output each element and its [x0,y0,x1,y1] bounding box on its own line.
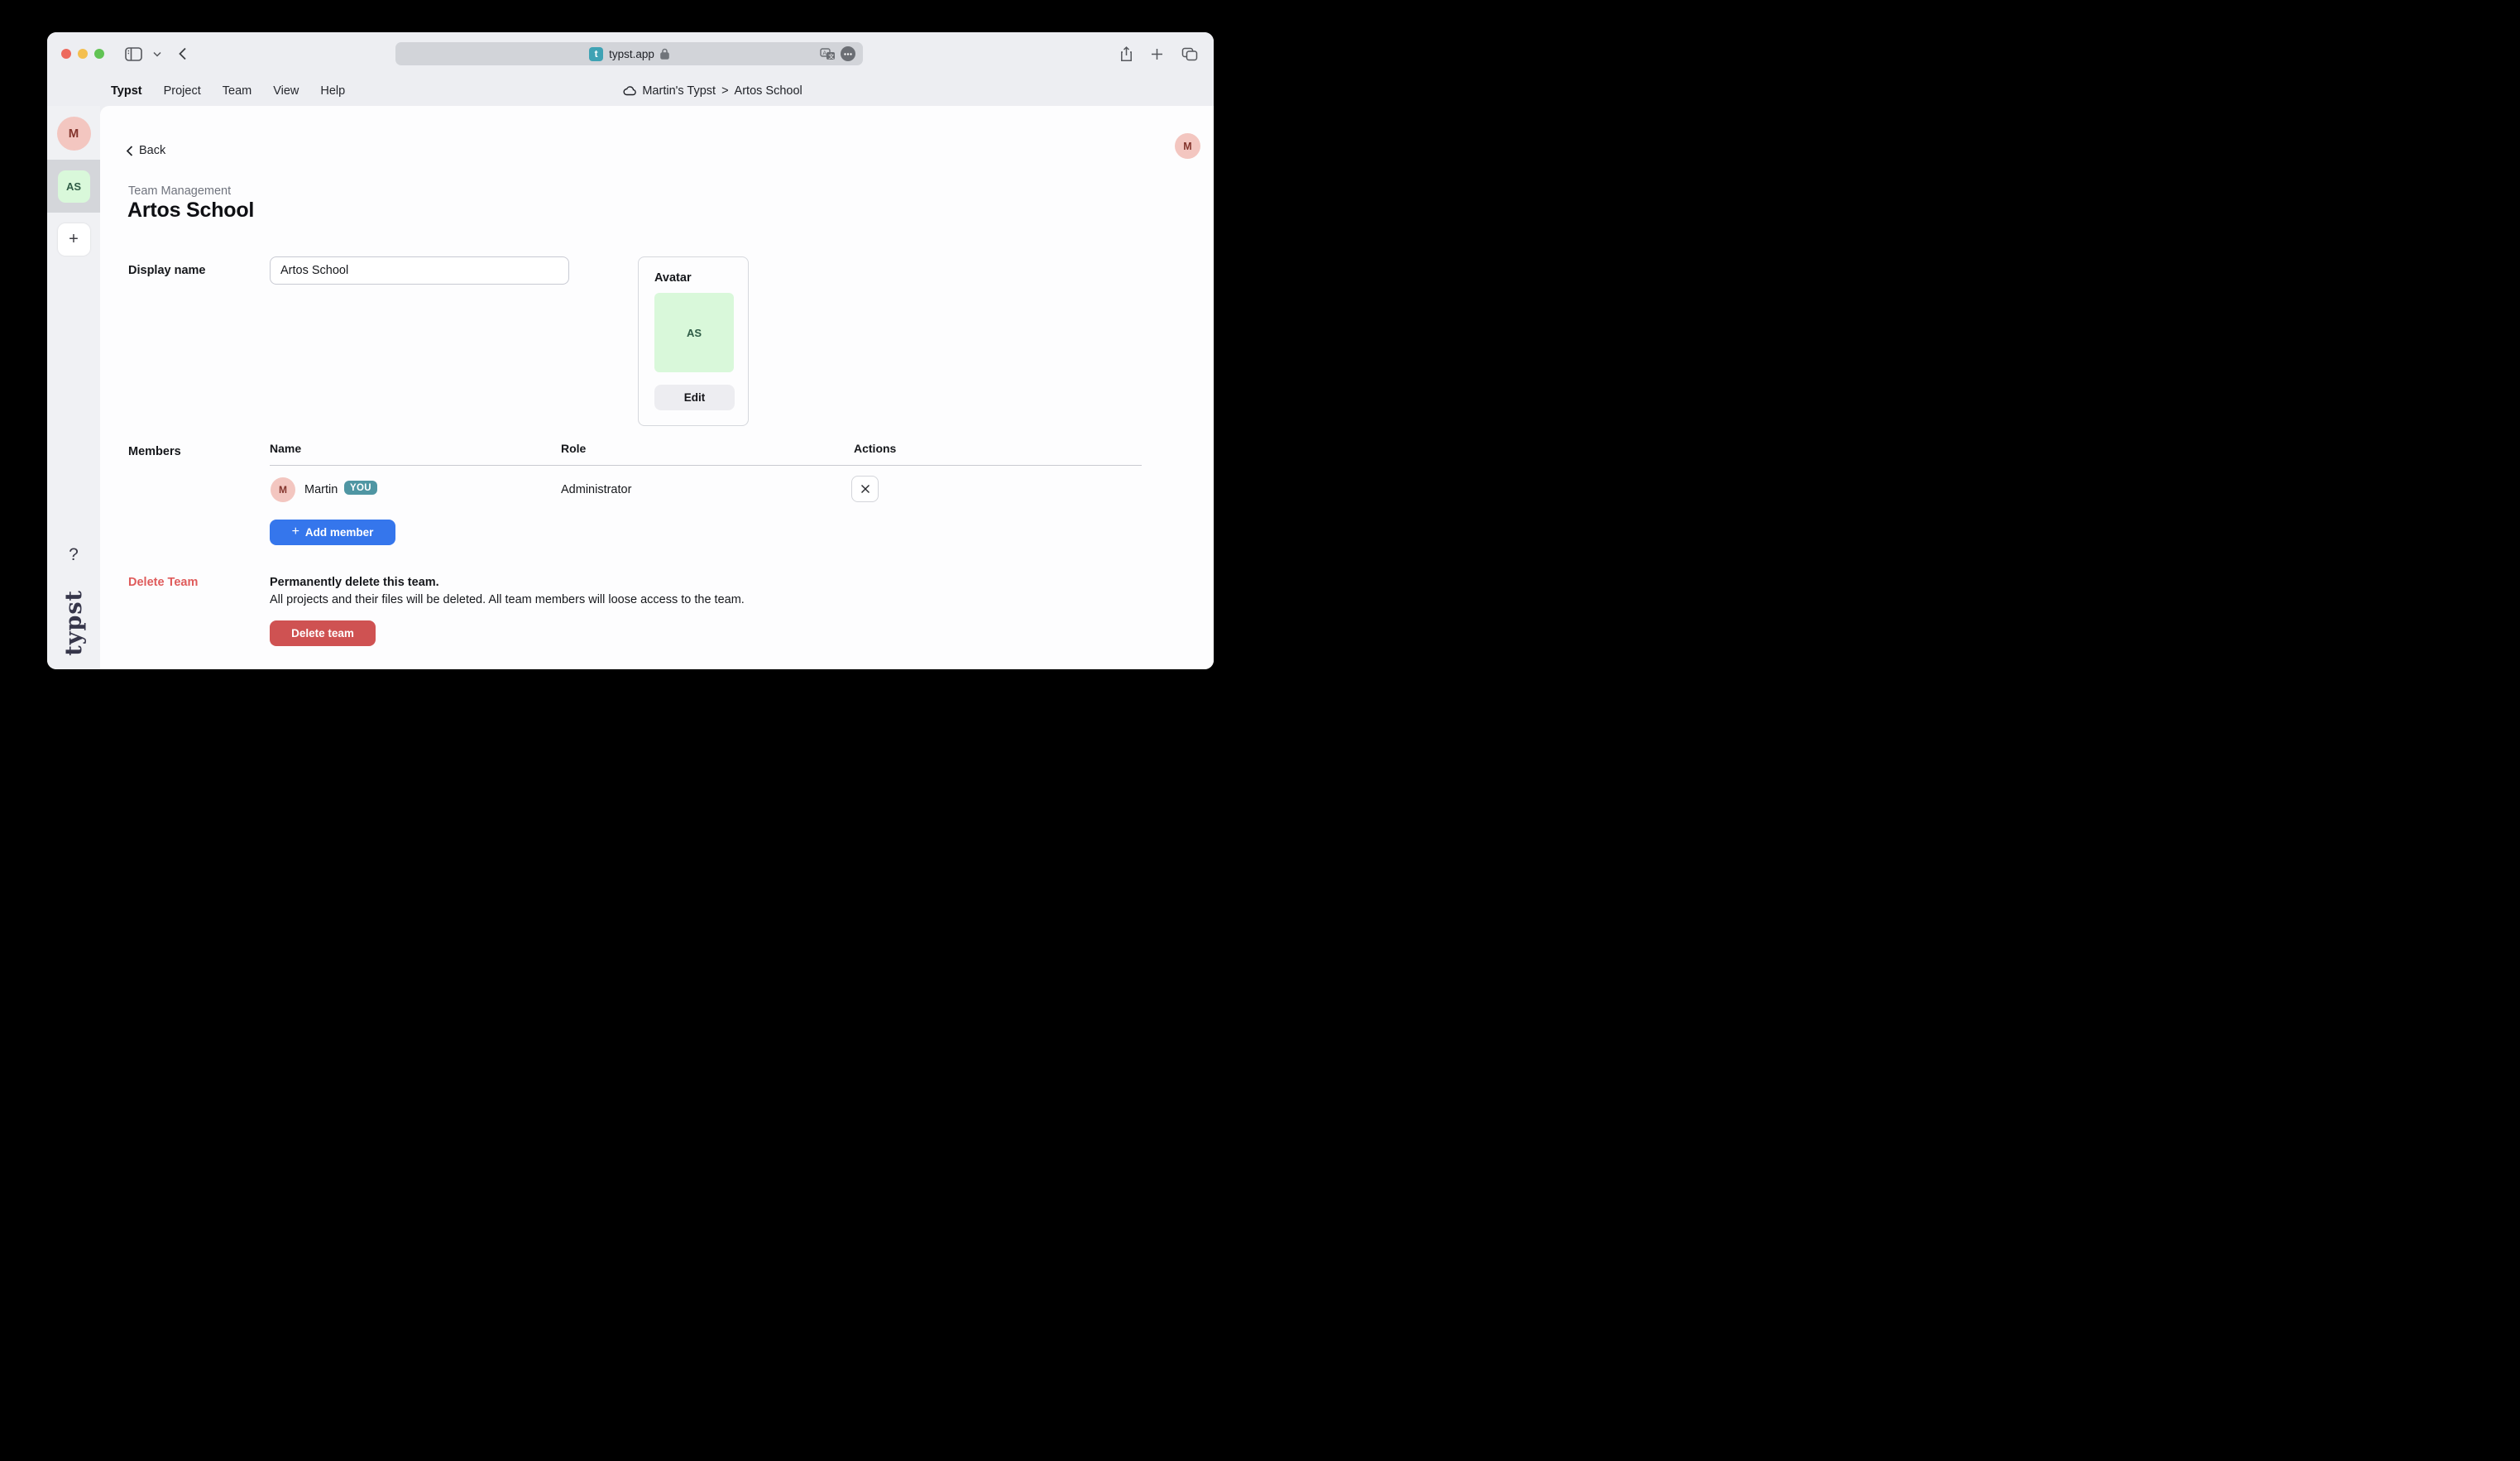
delete-warning-title: Permanently delete this team. [270,576,439,589]
app-body: M AS + ? typst Back Team [47,106,1214,669]
typst-logo: typst [61,590,87,656]
breadcrumb-separator: > [721,84,728,98]
delete-team-section-label: Delete Team [128,576,198,589]
zoom-window-button[interactable] [94,49,104,59]
close-window-button[interactable] [61,49,71,59]
column-header-actions: Actions [854,442,896,455]
cloud-icon [623,86,636,96]
edit-avatar-button[interactable]: Edit [654,385,735,410]
sidebar-add-team-button[interactable]: + [58,223,90,256]
tab-overview-icon[interactable] [1181,47,1198,61]
column-header-name: Name [270,442,301,455]
page-title: Artos School [127,199,254,223]
site-favicon: t [589,47,603,61]
page-settings-icon[interactable] [841,46,855,61]
team-avatar-preview: AS [654,293,734,372]
menu-typst[interactable]: Typst [111,84,142,98]
member-name: Martin [304,483,338,496]
app-menubar: Typst Project Team View Help Martin's Ty… [47,75,1214,106]
url-bar[interactable]: t typst.app 文 [395,42,863,65]
back-nav-icon[interactable] [178,32,187,75]
workspace-sidebar: M AS + ? typst [47,106,100,669]
minimize-window-button[interactable] [78,49,88,59]
menu-project[interactable]: Project [164,84,201,98]
remove-member-button[interactable] [851,476,879,502]
sidebar-selected-band: AS [47,160,100,213]
svg-text:文: 文 [828,52,834,60]
add-member-button[interactable]: + Add member [270,520,395,545]
browser-chrome: t typst.app 文 [47,32,1214,106]
menu-help[interactable]: Help [320,84,345,98]
url-center: t typst.app [589,47,669,61]
traffic-lights [61,49,104,59]
lock-icon [660,48,669,60]
menu-team[interactable]: Team [223,84,252,98]
you-badge: YOU [344,481,377,495]
new-tab-icon[interactable] [1151,48,1163,60]
sidebar-team-avatar[interactable]: AS [58,170,90,203]
breadcrumb-workspace[interactable]: Martin's Typst [642,84,716,98]
add-member-label: Add member [305,526,374,539]
sidebar-toggle-icon[interactable] [125,32,142,75]
share-icon[interactable] [1120,46,1133,62]
browser-window: t typst.app 文 [47,32,1214,669]
team-management-page: Back Team Management Artos School M Disp… [100,106,1214,669]
breadcrumb-page[interactable]: Artos School [735,84,802,98]
translate-icon[interactable]: 文 A [820,48,836,60]
column-header-role: Role [561,442,586,455]
delete-team-button[interactable]: Delete team [270,620,376,646]
help-button[interactable]: ? [47,545,100,565]
url-text: typst.app [609,48,654,60]
avatar-card-title: Avatar [654,271,732,285]
display-name-label: Display name [128,264,206,277]
sidebar-user-avatar[interactable]: M [57,117,91,151]
chevron-left-icon [126,146,133,156]
chevron-down-icon[interactable] [153,32,161,75]
breadcrumb: Martin's Typst > Artos School [623,75,802,106]
menu-view[interactable]: View [273,84,299,98]
typst-logo-wrap: typst [47,590,100,656]
toolbar-right-actions [1120,32,1198,75]
main-wrap: Back Team Management Artos School M Disp… [100,106,1214,669]
svg-text:A: A [822,50,826,56]
plus-icon: + [292,525,299,539]
browser-toolbar: t typst.app 文 [47,32,1214,75]
url-bar-actions: 文 A [820,42,855,65]
section-eyebrow: Team Management [128,184,231,198]
back-link[interactable]: Back [126,144,165,157]
members-label: Members [128,445,181,458]
member-role: Administrator [561,483,631,496]
display-name-input[interactable] [270,256,569,285]
delete-warning-body: All projects and their files will be del… [270,593,745,606]
back-label: Back [139,144,165,157]
header-user-avatar[interactable]: M [1175,133,1200,159]
table-row: M Martin YOU Administrator [270,476,1142,515]
table-divider [270,465,1142,466]
avatar-card: Avatar AS Edit [638,256,749,426]
member-avatar: M [271,477,295,502]
